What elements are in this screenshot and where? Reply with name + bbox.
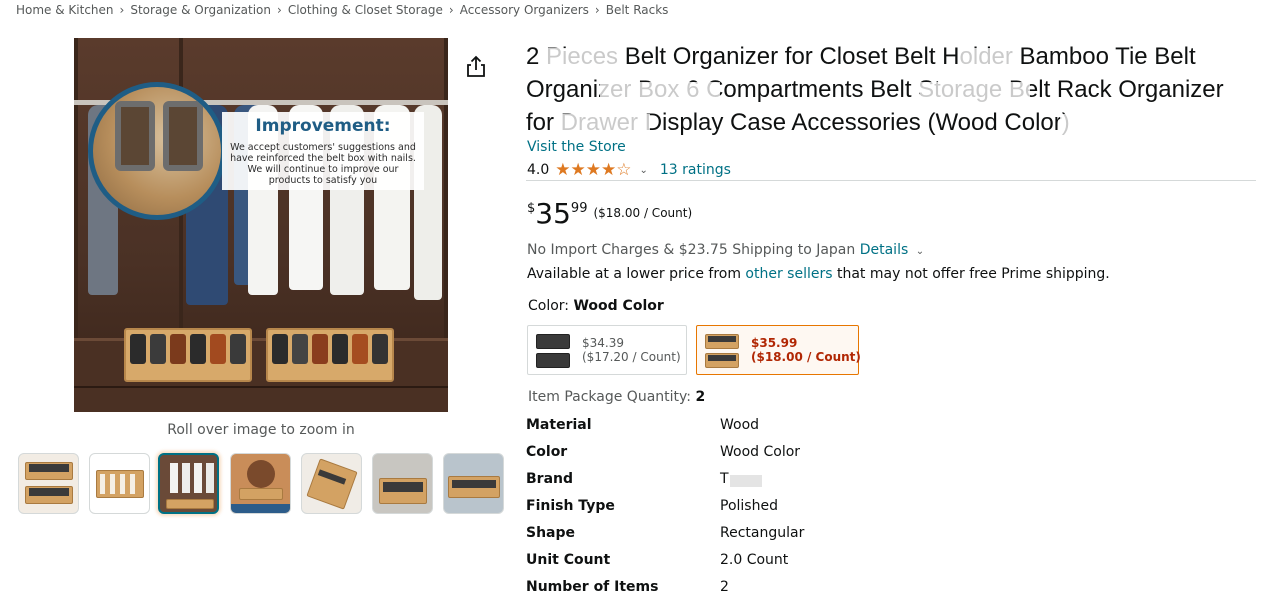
swatch-image: [536, 332, 572, 370]
availability-info: Available at a lower price from other se…: [527, 266, 1110, 282]
divider: [526, 180, 1256, 181]
swatch-unit-price: ($17.20 / Count): [582, 350, 681, 364]
belt-buckle: [163, 101, 203, 171]
thumbnail[interactable]: [18, 453, 79, 514]
color-option-swatch-selected[interactable]: $35.99 ($18.00 / Count): [696, 325, 861, 375]
breadcrumb-item-home-kitchen[interactable]: Home & Kitchen: [16, 3, 114, 17]
spec-label: Brand: [526, 471, 574, 487]
thumbnail[interactable]: [158, 453, 219, 514]
thumbnail[interactable]: [443, 453, 504, 514]
spec-label: Unit Count: [526, 552, 611, 568]
package-label: Item Package Quantity:: [528, 389, 691, 405]
spec-row: Material Wood: [526, 417, 1026, 437]
spec-value: T: [720, 471, 729, 487]
drawer-line: [74, 386, 448, 388]
rating-row: 4.0 ★★★★☆ ⌄ 13 ratings: [527, 160, 731, 180]
star-rating-icon[interactable]: ★★★★☆: [555, 160, 631, 180]
spec-value: Wood: [720, 417, 760, 433]
breadcrumb-separator: ›: [594, 3, 600, 17]
shipping-details-link[interactable]: Details: [860, 242, 909, 258]
chevron-down-icon[interactable]: ⌄: [916, 246, 924, 257]
improvement-title: Improvement:: [255, 116, 391, 136]
thumbnail[interactable]: [301, 453, 362, 514]
spec-label: Shape: [526, 525, 576, 541]
color-value: Wood Color: [573, 298, 664, 314]
spec-row: Brand T: [526, 471, 1026, 491]
improvement-callout: Improvement: We accept customers' sugges…: [222, 112, 424, 190]
swatch-image: [705, 332, 741, 370]
breadcrumb-item-belt-racks[interactable]: Belt Racks: [606, 3, 669, 17]
breadcrumb-separator: ›: [119, 3, 125, 17]
color-label: Color:: [528, 298, 570, 314]
price-fraction: 99: [570, 201, 588, 216]
breadcrumb-separator: ›: [448, 3, 454, 17]
redaction-mark: [560, 114, 650, 138]
improvement-text: We accept customers' suggestions and hav…: [230, 142, 416, 186]
shipping-info: No Import Charges & $23.75 Shipping to J…: [527, 242, 924, 258]
redaction-mark: [730, 475, 762, 487]
swatch-text: $34.39 ($17.20 / Count): [582, 336, 681, 364]
share-icon[interactable]: [465, 55, 487, 79]
spec-value: Rectangular: [720, 525, 805, 541]
shipping-text: No Import Charges & $23.75 Shipping to J…: [527, 242, 856, 258]
color-option-swatch[interactable]: $34.39 ($17.20 / Count): [527, 325, 687, 375]
redaction-mark: [960, 48, 1020, 72]
ratings-count-link[interactable]: 13 ratings: [660, 162, 731, 178]
price-symbol: $: [527, 201, 536, 216]
main-product-image[interactable]: Improvement: We accept customers' sugges…: [74, 38, 448, 412]
package-quantity: Item Package Quantity: 2: [528, 389, 705, 405]
spec-row: Number of Items 2: [526, 579, 1026, 598]
swatch-text: $35.99 ($18.00 / Count): [751, 336, 861, 364]
swatch-price: $34.39: [582, 336, 624, 350]
breadcrumb-separator: ›: [277, 3, 282, 17]
redaction-mark: [920, 82, 1030, 106]
spec-value: 2: [720, 579, 729, 595]
visit-store-link[interactable]: Visit the Store: [527, 139, 626, 155]
rating-value: 4.0: [527, 162, 550, 178]
swatch-price: $35.99: [751, 336, 798, 350]
price-per-unit: ($18.00 / Count): [593, 206, 693, 220]
spec-value: Wood Color: [720, 444, 801, 460]
breadcrumb-item-storage[interactable]: Storage & Organization: [130, 3, 271, 17]
price: $3599 ($18.00 / Count): [527, 197, 692, 230]
package-value: 2: [695, 389, 706, 405]
spec-label: Number of Items: [526, 579, 659, 595]
spec-row: Shape Rectangular: [526, 525, 1026, 545]
redaction-mark: [600, 82, 720, 106]
spec-label: Finish Type: [526, 498, 615, 514]
spec-row: Color Wood Color: [526, 444, 1026, 464]
redaction-mark: [1060, 114, 1160, 138]
price-whole: 35: [535, 197, 571, 230]
spec-value: Polished: [720, 498, 778, 514]
zoom-detail-circle: [88, 82, 226, 220]
other-sellers-link[interactable]: other sellers: [745, 266, 832, 282]
belt-organizer-box: [124, 328, 252, 382]
spec-row: Unit Count 2.0 Count: [526, 552, 1026, 572]
thumbnail[interactable]: [89, 453, 150, 514]
swatch-unit-price: ($18.00 / Count): [751, 350, 861, 364]
color-selection-label: Color: Wood Color: [528, 298, 664, 314]
chevron-down-icon[interactable]: ⌄: [639, 165, 647, 176]
redaction-mark: [545, 48, 625, 72]
availability-prefix: Available at a lower price from: [527, 266, 741, 282]
thumbnail[interactable]: [230, 453, 291, 514]
breadcrumb-item-accessory-organizers[interactable]: Accessory Organizers: [460, 3, 589, 17]
spec-value: 2.0 Count: [720, 552, 789, 568]
breadcrumb-item-closet-storage[interactable]: Clothing & Closet Storage: [288, 3, 443, 17]
belt-organizer-box: [266, 328, 394, 382]
availability-suffix: that may not offer free Prime shipping.: [836, 266, 1110, 282]
zoom-hint: Roll over image to zoom in: [167, 422, 355, 438]
spec-row: Finish Type Polished: [526, 498, 1026, 518]
breadcrumb: Home & Kitchen › Storage & Organization › Cl…: [16, 3, 668, 17]
spec-label: Color: [526, 444, 568, 460]
spec-label: Material: [526, 417, 592, 433]
thumbnail[interactable]: [372, 453, 433, 514]
belt-buckle: [115, 101, 155, 171]
